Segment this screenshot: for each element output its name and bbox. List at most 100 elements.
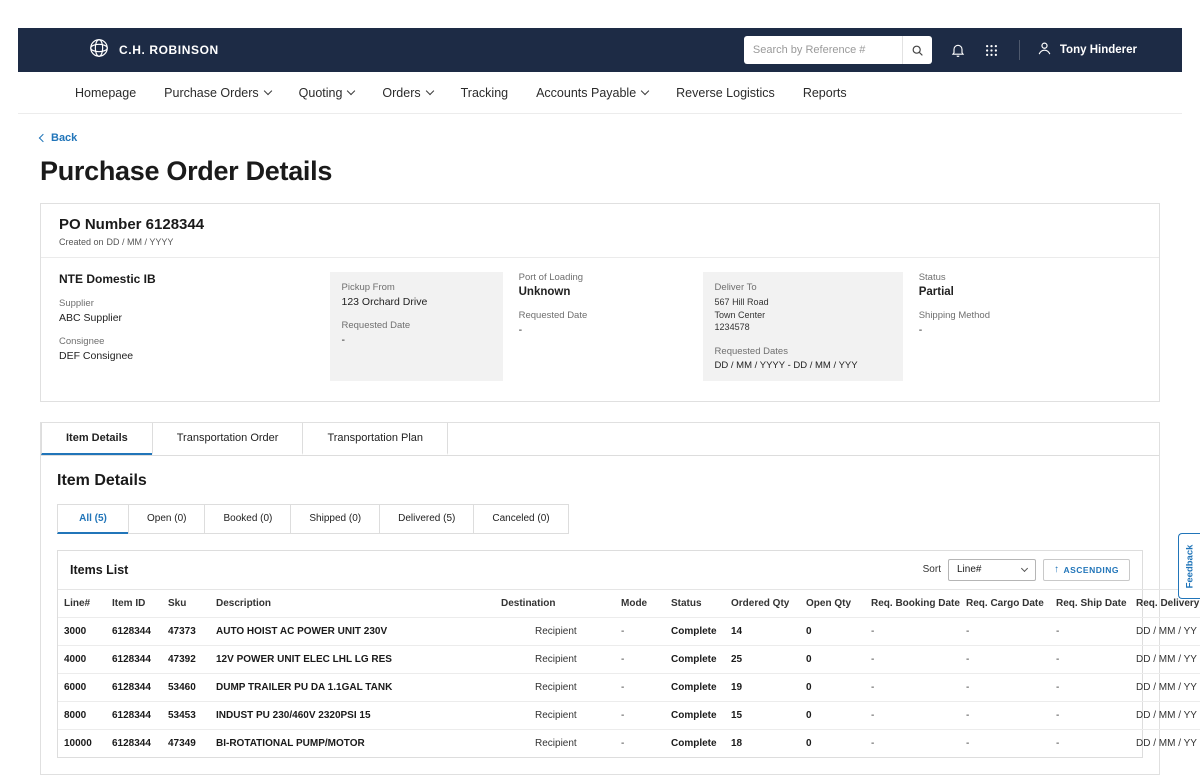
tab[interactable]: Transportation Order: [152, 423, 304, 455]
cell-line: 3000: [58, 617, 106, 645]
main-nav: Homepage Purchase Orders Quoting Orders: [18, 72, 1182, 114]
tab[interactable]: Transportation Plan: [302, 423, 448, 455]
filter-tab[interactable]: Open (0): [128, 504, 205, 534]
po-summary-card: PO Number 6128344 Created onDD / MM / YY…: [40, 203, 1160, 402]
filter-tab[interactable]: Booked (0): [204, 504, 291, 534]
brand-home-link[interactable]: C.H. ROBINSON: [88, 37, 219, 64]
chevron-left-icon: [39, 134, 47, 142]
cell-open-qty: 0: [800, 645, 865, 673]
table-row[interactable]: 6000 6128344 53460 DUMP TRAILER PU DA 1.…: [58, 673, 1200, 701]
cell-req-delivery-date: DD / MM / YY: [1130, 617, 1200, 645]
filter-tab[interactable]: Shipped (0): [290, 504, 380, 534]
cell-req-cargo-date: -: [960, 645, 1050, 673]
section-title: Item Details: [57, 472, 1143, 490]
port-of-loading-column: Port of Loading Unknown Requested Date -: [519, 272, 703, 381]
cell-sku: 47349: [162, 729, 210, 757]
nav-item[interactable]: Purchase Orders: [164, 86, 270, 100]
reference-search[interactable]: [744, 36, 932, 64]
feedback-button[interactable]: Feedback: [1178, 533, 1200, 599]
chevron-down-icon: [641, 86, 649, 94]
column-header: Mode: [615, 589, 665, 617]
column-header: Status: [665, 589, 725, 617]
consignee-label: Consignee: [59, 336, 314, 347]
pickup-requested-date-label: Requested Date: [342, 320, 491, 331]
po-created: Created onDD / MM / YYYY: [59, 237, 1141, 247]
back-link[interactable]: Back: [40, 132, 77, 144]
user-name: Tony Hinderer: [1060, 44, 1137, 56]
po-detail-columns: NTE Domestic IB Supplier ABC Supplier Co…: [41, 258, 1159, 401]
filter-tab-label: Shipped (0): [309, 513, 361, 524]
page-content: Back Purchase Order Details PO Number 61…: [18, 114, 1182, 775]
column-header: Req. Cargo Date: [960, 589, 1050, 617]
cell-line: 8000: [58, 701, 106, 729]
filter-tab[interactable]: Delivered (5): [379, 504, 474, 534]
nav-item[interactable]: Quoting: [299, 86, 355, 100]
notifications-bell-icon[interactable]: [950, 42, 966, 58]
cell-req-booking-date: -: [865, 701, 960, 729]
status-filter-tabs: All (5) Open (0) Booked (0) Shipped (0) …: [57, 504, 1143, 534]
search-input[interactable]: [744, 44, 902, 56]
cell-req-ship-date: -: [1050, 645, 1130, 673]
search-icon[interactable]: [902, 36, 932, 64]
nav-item-label: Homepage: [75, 86, 136, 100]
cell-req-delivery-date: DD / MM / YY: [1130, 673, 1200, 701]
user-menu[interactable]: Tony Hinderer: [1019, 40, 1137, 60]
cell-open-qty: 0: [800, 701, 865, 729]
tab-label: Item Details: [66, 432, 128, 444]
tab[interactable]: Item Details: [41, 423, 153, 455]
cell-req-ship-date: -: [1050, 673, 1130, 701]
nav-item-label: Purchase Orders: [164, 86, 258, 100]
sort-direction-button[interactable]: ASCENDING: [1043, 559, 1130, 581]
items-list-panel: Items List Sort Line# ASCENDING: [57, 550, 1143, 758]
table-row[interactable]: 10000 6128344 47349 BI-ROTATIONAL PUMP/M…: [58, 729, 1200, 757]
arrow-up-icon: [1054, 564, 1060, 575]
apps-grid-icon[interactable]: [984, 43, 999, 58]
shipping-method-value: -: [919, 324, 1125, 336]
filter-tab-label: Delivered (5): [398, 513, 455, 524]
cell-mode: -: [615, 729, 665, 757]
nav-item[interactable]: Reports: [803, 86, 847, 100]
sort-select[interactable]: Line#: [948, 559, 1036, 581]
deliver-address-line2: Town Center: [715, 309, 891, 322]
deliver-address-line1: 567 Hill Road: [715, 296, 891, 309]
table-row[interactable]: 4000 6128344 47392 12V POWER UNIT ELEC L…: [58, 645, 1200, 673]
nav-item[interactable]: Accounts Payable: [536, 86, 648, 100]
po-summary-header: PO Number 6128344 Created onDD / MM / YY…: [41, 204, 1159, 258]
status-value: Partial: [919, 286, 1125, 298]
cell-req-delivery-date: DD / MM / YY: [1130, 645, 1200, 673]
cell-mode: -: [615, 645, 665, 673]
cell-req-booking-date: -: [865, 673, 960, 701]
cell-ordered-qty: 19: [725, 673, 800, 701]
cell-ordered-qty: 14: [725, 617, 800, 645]
created-label: Created on: [59, 237, 104, 247]
pickup-label: Pickup From: [342, 282, 491, 293]
cell-req-delivery-date: DD / MM / YY: [1130, 729, 1200, 757]
nav-item[interactable]: Homepage: [75, 86, 136, 100]
filter-tab[interactable]: All (5): [57, 504, 129, 534]
chevron-down-icon: [425, 86, 433, 94]
chevron-down-icon: [347, 86, 355, 94]
table-row[interactable]: 8000 6128344 53453 INDUST PU 230/460V 23…: [58, 701, 1200, 729]
cell-destination: Recipient: [495, 701, 615, 729]
column-header: Item ID: [106, 589, 162, 617]
cell-open-qty: 0: [800, 673, 865, 701]
nav-item-label: Orders: [382, 86, 420, 100]
column-header: Open Qty: [800, 589, 865, 617]
filter-tab-label: All (5): [79, 513, 107, 524]
cell-status: Complete: [665, 729, 725, 757]
cell-req-cargo-date: -: [960, 617, 1050, 645]
filter-tab[interactable]: Canceled (0): [473, 504, 568, 534]
nav-item[interactable]: Reverse Logistics: [676, 86, 775, 100]
deliver-label: Deliver To: [715, 282, 891, 293]
tab-label: Transportation Plan: [327, 432, 423, 444]
nav-item[interactable]: Orders: [382, 86, 432, 100]
app-page: C.H. ROBINSON: [18, 28, 1182, 775]
nav-item-label: Reports: [803, 86, 847, 100]
nav-item-label: Reverse Logistics: [676, 86, 775, 100]
tab-label: Transportation Order: [177, 432, 279, 444]
cell-status: Complete: [665, 645, 725, 673]
column-header: Line#: [58, 589, 106, 617]
table-row[interactable]: 3000 6128344 47373 AUTO HOIST AC POWER U…: [58, 617, 1200, 645]
sort-select-value: Line#: [957, 564, 981, 575]
nav-item[interactable]: Tracking: [461, 86, 508, 100]
